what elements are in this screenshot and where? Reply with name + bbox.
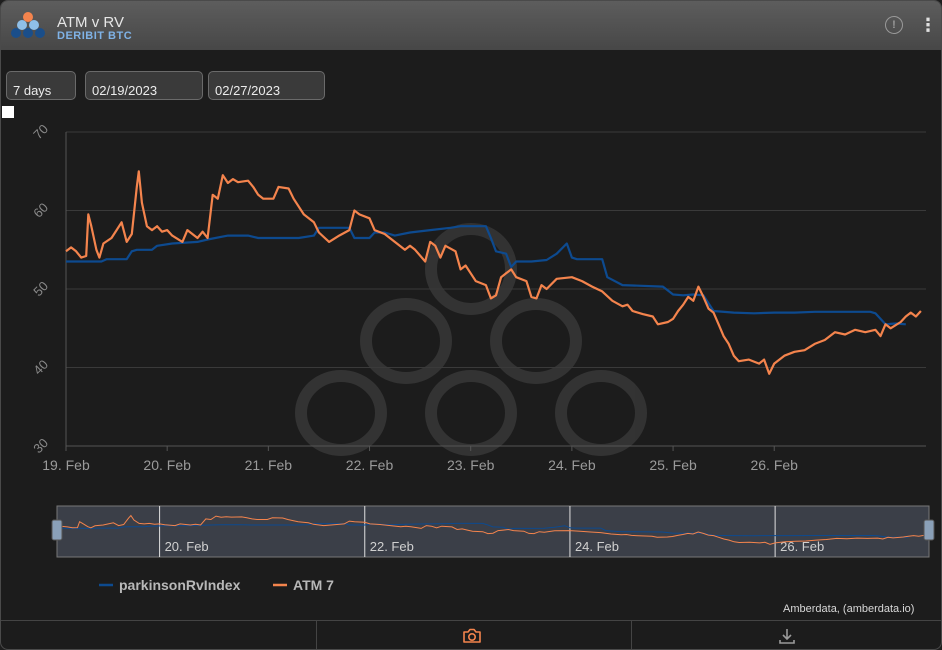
- legend-label: ATM 7: [293, 577, 334, 593]
- x-tick-label: 21. Feb: [245, 457, 293, 473]
- screenshot-button[interactable]: [317, 621, 632, 649]
- x-tick-label: 24. Feb: [548, 457, 596, 473]
- navigator-handle-left[interactable]: [51, 519, 63, 541]
- atm-rv-chart: 19. Feb 20. Feb 21. Feb 22. Feb 23. Feb 24. F…: [30, 121, 935, 593]
- y-tick-label: 70: [30, 121, 51, 142]
- navigator-handle-right[interactable]: [923, 519, 935, 541]
- x-tick-label: 19. Feb: [42, 457, 90, 473]
- y-tick-label: 60: [30, 200, 51, 221]
- y-tick-label: 30: [30, 435, 51, 456]
- navigator-tick-label: 22. Feb: [370, 539, 414, 554]
- footer-cell-empty: [1, 621, 317, 649]
- x-tick-label: 20. Feb: [143, 457, 191, 473]
- navigator[interactable]: 20. Feb 22. Feb 24. Feb 26. Feb: [51, 505, 935, 558]
- download-button[interactable]: [632, 621, 941, 649]
- widget-footer: [1, 620, 941, 649]
- download-icon: [779, 629, 795, 644]
- x-tick-label: 23. Feb: [447, 457, 495, 473]
- camera-icon: [463, 628, 481, 643]
- watermark-logo: [295, 223, 647, 456]
- y-tick-label: 50: [30, 278, 51, 299]
- x-tick-label: 26. Feb: [750, 457, 798, 473]
- legend: parkinsonRvIndex ATM 7: [99, 577, 334, 593]
- legend-item[interactable]: ATM 7: [273, 577, 334, 593]
- credit-text: Amberdata, (amberdata.io): [783, 603, 915, 615]
- widget-frame: ATM v RV DERIBIT BTC ! ⋮ 7 days 02/19/20…: [0, 0, 942, 650]
- y-tick-label: 40: [30, 357, 51, 378]
- x-tick-label: 22. Feb: [346, 457, 394, 473]
- navigator-tick-label: 24. Feb: [575, 539, 619, 554]
- legend-label: parkinsonRvIndex: [119, 577, 241, 593]
- navigator-tick-label: 20. Feb: [165, 539, 209, 554]
- legend-item[interactable]: parkinsonRvIndex: [99, 577, 241, 593]
- x-tick-label: 25. Feb: [649, 457, 697, 473]
